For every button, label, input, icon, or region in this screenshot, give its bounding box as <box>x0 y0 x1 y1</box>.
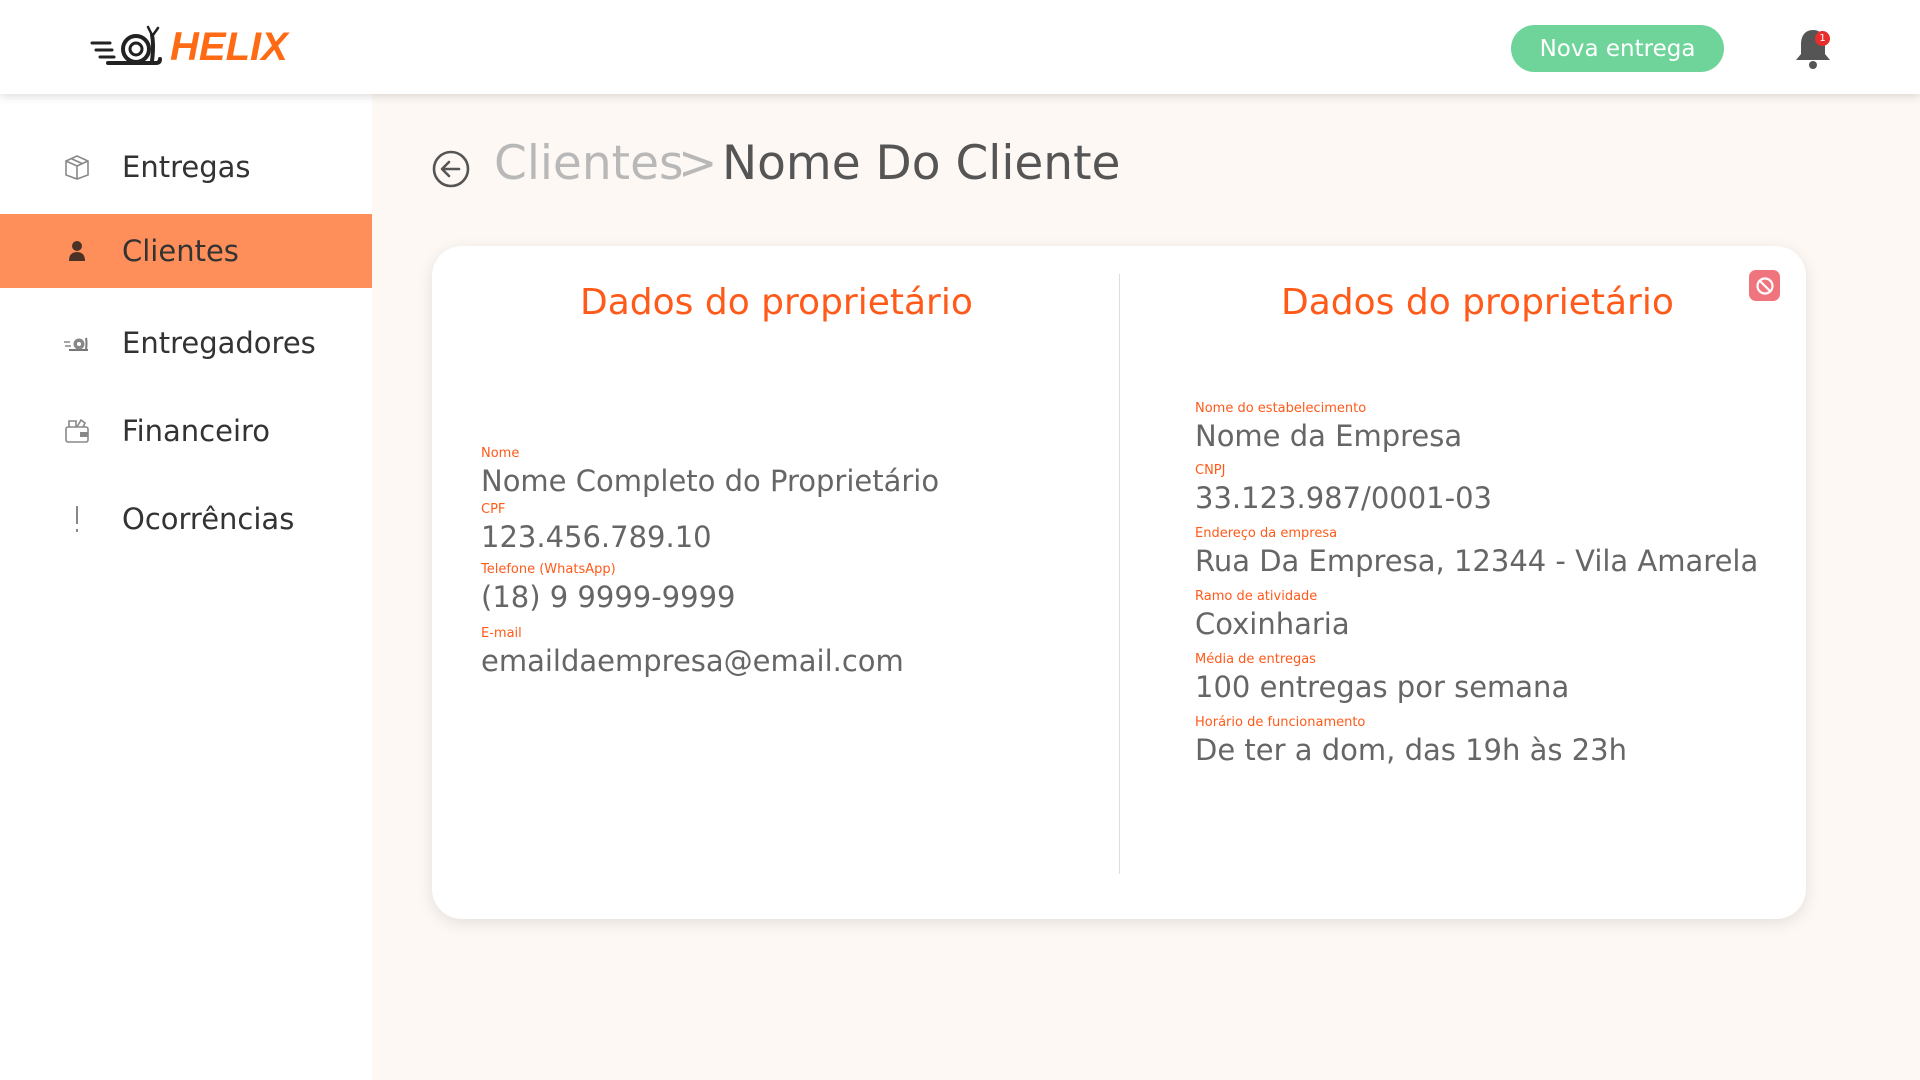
top-header: HELIX Nova entrega 1 <box>0 0 1920 94</box>
owner-name-field: Nome Nome Completo do Proprietário <box>481 446 939 500</box>
company-name-field: Nome do estabelecimento Nome da Empresa <box>1195 401 1462 455</box>
sidebar-item-label: Ocorrências <box>122 502 295 536</box>
field-value: Coxinharia <box>1195 607 1350 641</box>
new-delivery-button[interactable]: Nova entrega <box>1511 25 1724 72</box>
owner-cpf-field: CPF 123.456.789.10 <box>481 502 712 556</box>
sidebar-item-label: Clientes <box>122 234 239 268</box>
exclamation-icon <box>62 504 92 534</box>
field-label: Horário de funcionamento <box>1195 715 1366 730</box>
page-title: Nome Do Cliente <box>722 136 1121 191</box>
company-cnpj-field: CNPJ 33.123.987/0001-03 <box>1195 463 1492 517</box>
field-value: Nome da Empresa <box>1195 419 1463 453</box>
breadcrumb-separator: > <box>678 136 718 191</box>
notification-badge: 1 <box>1815 31 1830 46</box>
snail-icon <box>62 328 92 358</box>
field-label: Nome <box>481 446 520 461</box>
company-deliveries-field: Média de entregas 100 entregas por seman… <box>1195 652 1569 706</box>
box-icon <box>62 152 92 182</box>
field-value: 33.123.987/0001-03 <box>1195 481 1492 515</box>
sidebar-item-label: Financeiro <box>122 414 271 448</box>
owner-email-field: E-mail emaildaempresa@email.com <box>481 626 904 680</box>
sidebar-item-ocorrencias[interactable]: Ocorrências <box>0 482 372 556</box>
field-value: emaildaempresa@email.com <box>481 644 904 678</box>
company-hours-field: Horário de funcionamento De ter a dom, d… <box>1195 715 1627 769</box>
breadcrumb-parent[interactable]: Clientes <box>494 136 683 191</box>
owner-phone-field: Telefone (WhatsApp) (18) 9 9999-9999 <box>481 562 736 616</box>
block-icon <box>1755 276 1774 295</box>
helix-logo[interactable]: HELIX <box>90 22 288 72</box>
field-label: E-mail <box>481 626 522 641</box>
sidebar-item-financeiro[interactable]: Financeiro <box>0 394 372 468</box>
client-details-card: Dados do proprietário Dados do proprietá… <box>432 246 1806 919</box>
company-activity-field: Ramo de atividade Coxinharia <box>1195 589 1350 643</box>
block-client-button[interactable] <box>1749 270 1780 301</box>
logo-text: HELIX <box>170 25 288 69</box>
field-value: Rua Da Empresa, 12344 - Vila Amarela <box>1195 544 1759 578</box>
sidebar-item-label: Entregadores <box>122 326 316 360</box>
sidebar-item-entregadores[interactable]: Entregadores <box>0 306 372 380</box>
field-value: Nome Completo do Proprietário <box>481 464 940 498</box>
field-value: 100 entregas por semana <box>1195 670 1570 704</box>
wallet-icon <box>62 416 92 446</box>
field-value: (18) 9 9999-9999 <box>481 580 736 614</box>
snail-logo-icon <box>90 25 162 65</box>
back-arrow-icon[interactable] <box>431 149 471 189</box>
sidebar-item-entregas[interactable]: Entregas <box>0 130 372 204</box>
field-label: Nome do estabelecimento <box>1195 401 1367 416</box>
owner-section-title: Dados do proprietário <box>580 282 973 323</box>
field-label: Ramo de atividade <box>1195 589 1318 604</box>
field-label: Endereço da empresa <box>1195 526 1338 541</box>
person-icon <box>62 236 92 266</box>
field-value: De ter a dom, das 19h às 23h <box>1195 733 1627 767</box>
sidebar: Entregas Clientes Entregadores Financeir… <box>0 94 372 1080</box>
sidebar-item-clientes[interactable]: Clientes <box>0 214 372 288</box>
company-address-field: Endereço da empresa Rua Da Empresa, 1234… <box>1195 526 1758 580</box>
field-label: Telefone (WhatsApp) <box>481 562 616 577</box>
card-divider <box>1119 274 1120 874</box>
field-value: 123.456.789.10 <box>481 520 712 554</box>
sidebar-item-label: Entregas <box>122 150 251 184</box>
field-label: CPF <box>481 502 506 517</box>
field-label: CNPJ <box>1195 463 1226 478</box>
field-label: Média de entregas <box>1195 652 1316 667</box>
company-section-title: Dados do proprietário <box>1281 282 1674 323</box>
